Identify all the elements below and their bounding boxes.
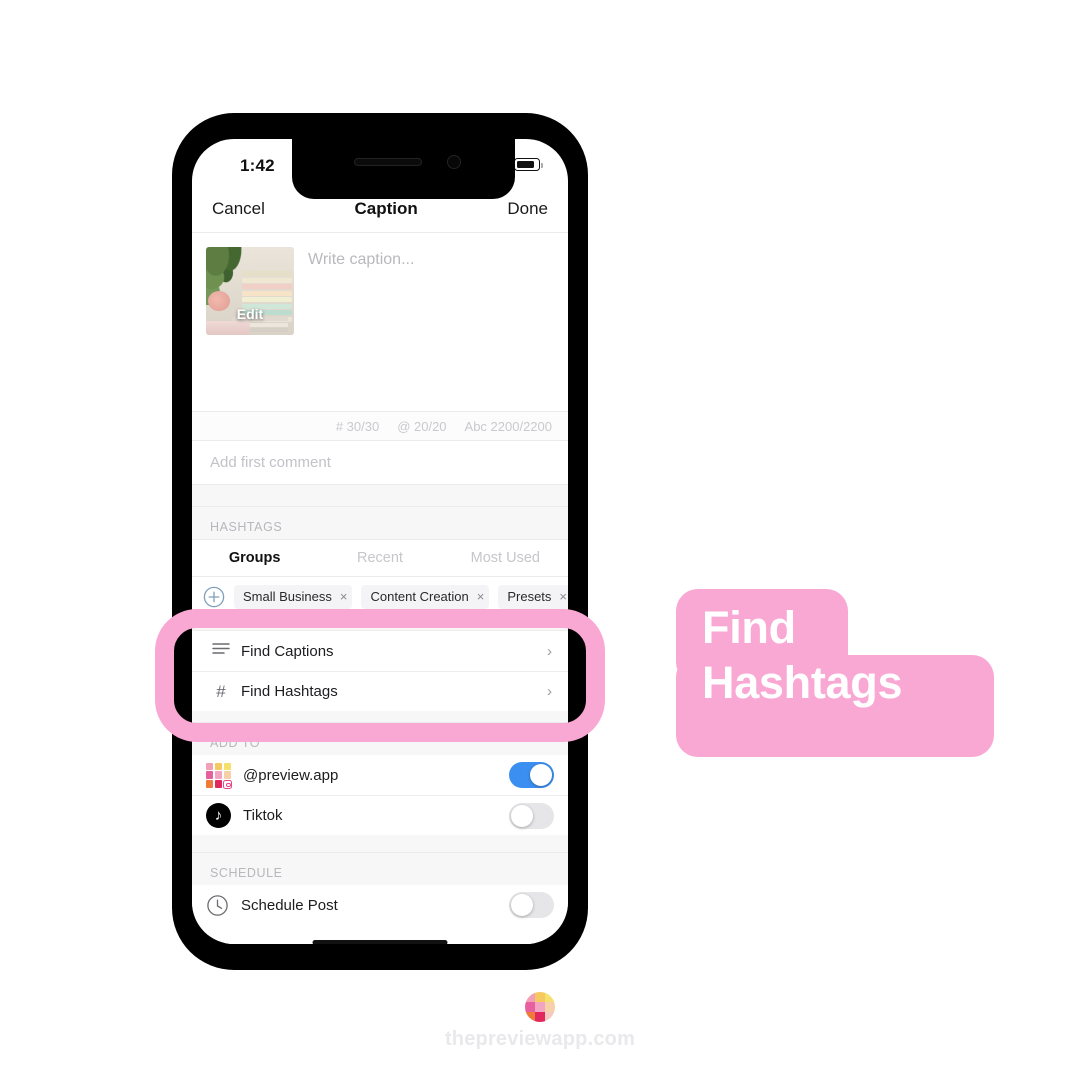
callout-line-1: Find: [702, 602, 796, 653]
callout-line-2: Hashtags: [702, 657, 903, 709]
account-label: Tiktok: [243, 807, 283, 824]
poster-canvas: 1:42 Cancel Caption Done Edit Write capt…: [0, 0, 1080, 1080]
schedule-post-toggle[interactable]: [509, 892, 554, 918]
find-captions-label: Find Captions: [241, 642, 334, 660]
schedule-section-label: SCHEDULE: [192, 853, 568, 885]
chip-remove-icon[interactable]: ×: [332, 589, 348, 604]
phone-notch: [292, 139, 515, 199]
tab-groups[interactable]: Groups: [192, 550, 317, 566]
hash-icon: #: [216, 681, 226, 701]
add-to-section-label: ADD TO: [192, 723, 568, 755]
hashtags-section-label: HASHTAGS: [192, 507, 568, 539]
find-hashtags-label: Find Hashtags: [241, 683, 338, 700]
website-url: thepreviewapp.com: [444, 1028, 636, 1050]
instagram-grid-icon: [206, 762, 232, 789]
account-row-tiktok[interactable]: Tiktok: [192, 795, 568, 835]
phone-screen: 1:42 Cancel Caption Done Edit Write capt…: [192, 139, 568, 944]
chip-remove-icon[interactable]: ×: [469, 589, 485, 604]
thumbnail-edit-label[interactable]: Edit: [206, 306, 294, 322]
find-hashtags-callout: Find Hashtags: [676, 589, 994, 757]
chip-label: Small Business: [243, 589, 332, 604]
caption-counters: # 30/30 @ 20/20 Abc 2200/2200: [192, 411, 568, 441]
hashtag-counter: # 30/30: [335, 418, 380, 434]
hashtag-group-chips: Small Business × Content Creation × Pres…: [192, 577, 568, 617]
first-comment-input[interactable]: Add first comment: [192, 441, 568, 485]
chevron-right-icon: ›: [547, 642, 552, 660]
chip-presets[interactable]: Presets ×: [498, 584, 568, 609]
account-toggle-preview-app[interactable]: [509, 762, 554, 788]
earpiece-speaker: [354, 158, 422, 166]
home-indicator[interactable]: [312, 940, 448, 944]
account-label: @preview.app: [243, 766, 339, 784]
schedule-post-label: Schedule Post: [241, 896, 338, 914]
hashtag-tabs: Groups Recent Most Used: [192, 539, 568, 577]
footer: thepreviewapp.com: [0, 992, 1080, 1051]
section-gap: [192, 617, 568, 631]
character-counter: Abc 2200/2200: [464, 418, 552, 434]
mention-counter: @ 20/20: [397, 418, 447, 434]
find-block: Find Captions › # Find Hashtags ›: [192, 631, 568, 711]
status-time: 1:42: [240, 156, 275, 175]
section-gap: [192, 485, 568, 507]
cancel-button[interactable]: Cancel: [212, 199, 265, 219]
thumbnail-foreground-book: [206, 321, 250, 335]
schedule-post-row[interactable]: Schedule Post: [192, 885, 568, 925]
find-hashtags-row[interactable]: # Find Hashtags ›: [192, 671, 568, 711]
tab-recent[interactable]: Recent: [317, 550, 442, 566]
instagram-badge-icon: [223, 779, 232, 789]
front-camera-icon: [447, 155, 461, 169]
chip-remove-icon[interactable]: ×: [551, 589, 567, 604]
find-captions-row[interactable]: Find Captions ›: [192, 631, 568, 671]
account-row-preview-app[interactable]: @preview.app: [192, 755, 568, 795]
caption-area: Edit Write caption...: [192, 233, 568, 411]
preview-app-logo: [525, 992, 555, 1022]
tiktok-icon: [206, 803, 231, 828]
callout-text: Find Hashtags: [702, 601, 982, 709]
section-gap: [192, 711, 568, 723]
chip-content-creation[interactable]: Content Creation ×: [361, 584, 490, 609]
clock-icon: [207, 894, 228, 916]
chip-label: Content Creation: [370, 589, 469, 604]
lines-icon: [210, 641, 232, 661]
page-title: Caption: [354, 198, 418, 218]
plus-circle-icon[interactable]: [203, 586, 225, 608]
done-button[interactable]: Done: [507, 199, 548, 219]
battery-icon: [514, 158, 543, 171]
account-toggle-tiktok[interactable]: [509, 802, 554, 829]
chip-small-business[interactable]: Small Business ×: [234, 584, 353, 609]
caption-input[interactable]: Write caption...: [294, 247, 554, 411]
post-thumbnail[interactable]: Edit: [206, 247, 294, 335]
chevron-right-icon: ›: [547, 683, 552, 700]
chip-label: Presets: [507, 589, 552, 604]
bottom-area: [192, 925, 568, 944]
phone-mockup: 1:42 Cancel Caption Done Edit Write capt…: [172, 113, 588, 970]
tab-most-used[interactable]: Most Used: [443, 550, 568, 566]
section-gap: [192, 835, 568, 853]
